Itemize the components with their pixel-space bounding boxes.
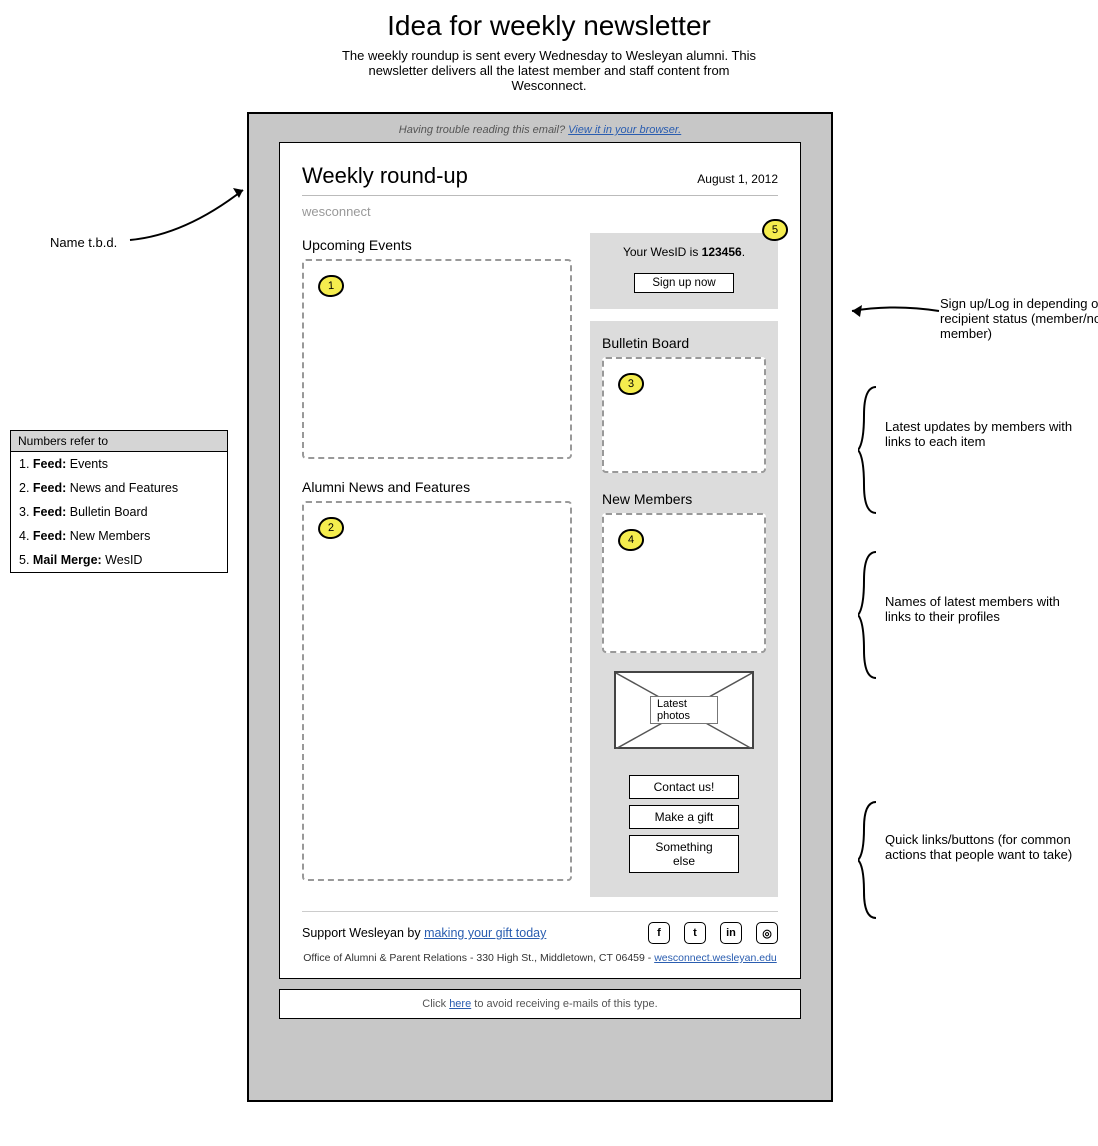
members-feed-placeholder: 4 [602, 513, 766, 653]
new-members-heading: New Members [602, 491, 766, 507]
legend-row-1-val: Events [70, 457, 108, 471]
office-link[interactable]: wesconnect.wesleyan.edu [654, 952, 777, 964]
marker-4: 4 [617, 528, 644, 551]
trouble-reading-bar: Having trouble reading this email? View … [249, 114, 831, 142]
sign-up-button[interactable]: Sign up now [634, 273, 734, 293]
view-in-browser-link[interactable]: View it in your browser. [568, 124, 681, 136]
legend-row-2-label: Feed: [33, 481, 66, 495]
facebook-icon[interactable]: f [648, 922, 670, 944]
latest-photos-label: Latest photos [650, 696, 718, 724]
bulletin-board-heading: Bulletin Board [602, 335, 766, 351]
legend-row-4-label: Feed: [33, 529, 66, 543]
events-feed-placeholder: 1 [302, 259, 572, 459]
wesid-suffix: . [742, 245, 745, 259]
wesid-value: 123456 [702, 245, 742, 259]
unsub-link[interactable]: here [449, 998, 471, 1010]
marker-5: 5 [761, 218, 788, 241]
legend-row-5-n: 5. [19, 553, 29, 567]
newsletter-body: Weekly round-up August 1, 2012 wesconnec… [279, 142, 801, 979]
alumni-news-heading: Alumni News and Features [302, 479, 572, 495]
legend-row-2-val: News and Features [70, 481, 178, 495]
office-address: Office of Alumni & Parent Relations - 33… [303, 952, 654, 964]
legend-row-3-label: Feed: [33, 505, 66, 519]
newsletter-mock-frame: Having trouble reading this email? View … [247, 112, 833, 1102]
contact-us-button[interactable]: Contact us! [629, 775, 739, 799]
wesid-prefix: Your WesID is [623, 245, 702, 259]
legend-row-3-val: Bulletin Board [70, 505, 148, 519]
legend-row-1-label: Feed: [33, 457, 66, 471]
marker-2: 2 [317, 516, 344, 539]
unsub-prefix: Click [422, 998, 449, 1010]
legend-row-4-val: New Members [70, 529, 151, 543]
legend-row-1-n: 1. [19, 457, 29, 471]
legend-row-5-label: Mail Merge: [33, 553, 102, 567]
make-gift-button[interactable]: Make a gift [629, 805, 739, 829]
bulletin-feed-placeholder: 3 [602, 357, 766, 473]
legend-row-2-n: 2. [19, 481, 29, 495]
annotation-name-tbd: Name t.b.d. [50, 235, 240, 250]
instagram-icon[interactable]: ◎ [756, 922, 778, 944]
legend-row-3-n: 3. [19, 505, 29, 519]
unsub-suffix: to avoid receiving e-mails of this type. [471, 998, 657, 1010]
annotation-actions: Quick links/buttons (for common actions … [885, 832, 1075, 862]
twitter-icon[interactable]: t [684, 922, 706, 944]
latest-photos-placeholder[interactable]: Latest photos [614, 671, 754, 749]
marker-3: 3 [617, 372, 644, 395]
trouble-prefix: Having trouble reading this email? [399, 124, 568, 136]
annotation-bulletin: Latest updates by members with links to … [885, 419, 1075, 449]
support-link[interactable]: making your gift today [424, 926, 546, 940]
newsletter-brand: wesconnect [302, 196, 778, 233]
news-feed-placeholder: 2 [302, 501, 572, 881]
page-title: Idea for weekly newsletter [10, 10, 1088, 42]
legend-title: Numbers refer to [11, 431, 227, 452]
legend-row-5-val: WesID [105, 553, 142, 567]
legend-row-4-n: 4. [19, 529, 29, 543]
something-else-button[interactable]: Something else [629, 835, 739, 873]
newsletter-date: August 1, 2012 [697, 172, 778, 186]
legend-box: Numbers refer to 1. Feed: Events 2. Feed… [10, 430, 228, 573]
newsletter-title: Weekly round-up [302, 163, 468, 189]
linkedin-icon[interactable]: in [720, 922, 742, 944]
page-subtitle: The weekly roundup is sent every Wednesd… [339, 48, 759, 93]
upcoming-events-heading: Upcoming Events [302, 237, 572, 253]
annotation-signup: Sign up/Log in depending on recipient st… [940, 296, 1098, 341]
annotation-members: Names of latest members with links to th… [885, 594, 1075, 624]
support-prefix: Support Wesleyan by [302, 926, 424, 940]
marker-1: 1 [317, 274, 344, 297]
